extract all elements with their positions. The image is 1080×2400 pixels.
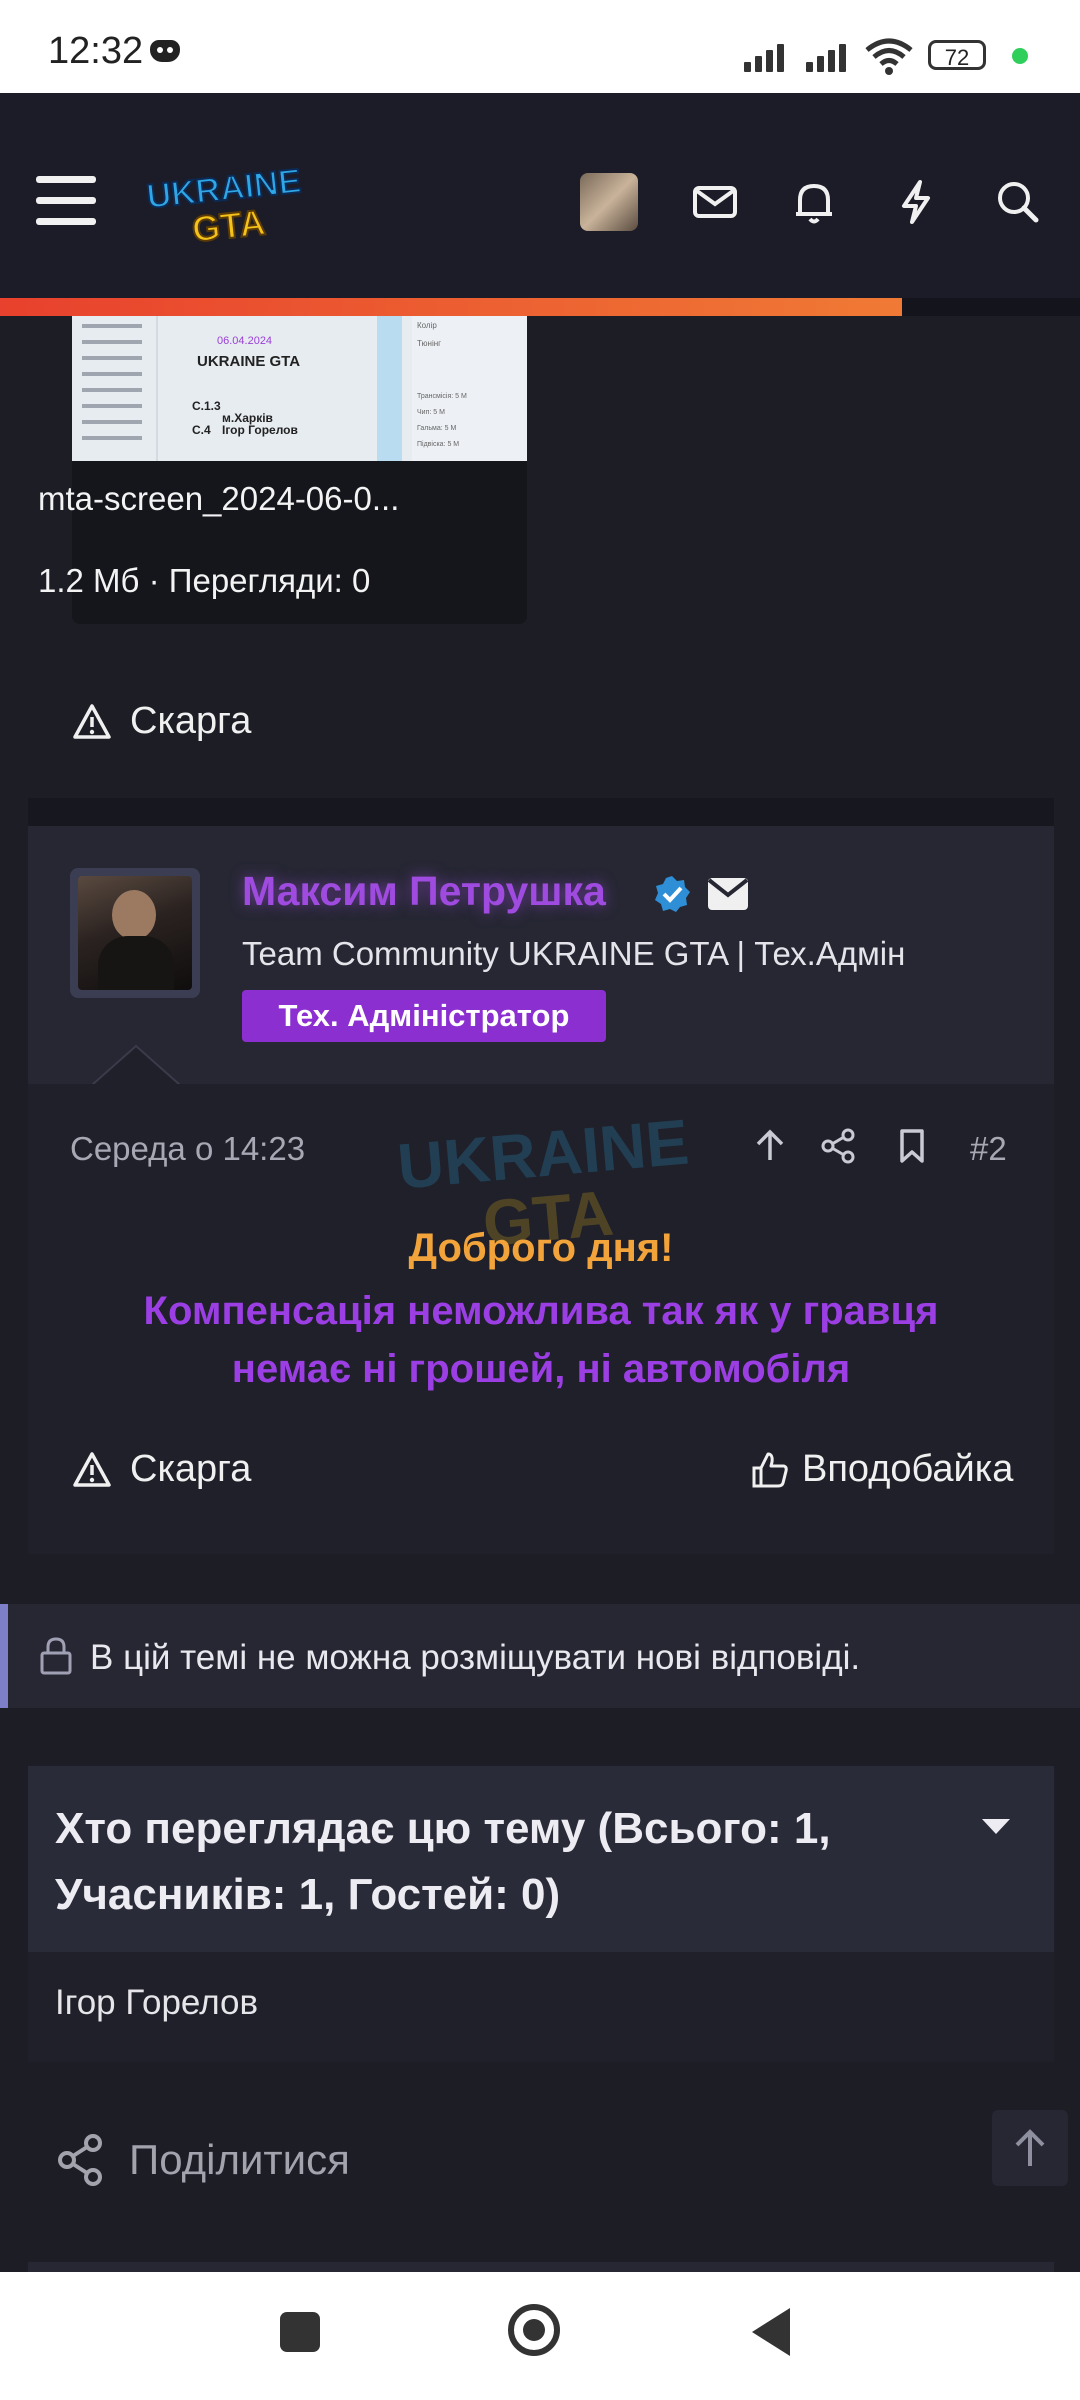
post-number[interactable]: #2 — [970, 1130, 1007, 1168]
bookmark-icon[interactable] — [892, 1126, 932, 1166]
svg-text:Тюнінг: Тюнінг — [417, 339, 441, 348]
message-line-2: немає ні грошей, ні автомобіля — [231, 1347, 851, 1391]
viewers-title: Хто переглядає цю тему (Всього: 1, Учасн… — [55, 1804, 831, 1919]
share-button[interactable]: Поділитися — [55, 2132, 350, 2188]
svg-text:Ігор Горелов: Ігор Горелов — [222, 423, 298, 437]
role-badge: Тех. Адміністратор — [242, 990, 606, 1042]
attachment-filename[interactable]: mta-screen_2024-06-0... — [38, 480, 438, 518]
viewer-member[interactable]: Ігор Горелов — [55, 1983, 258, 2023]
next-section-edge — [28, 2262, 1054, 2272]
lightning-icon[interactable] — [888, 174, 944, 230]
search-icon[interactable] — [990, 174, 1046, 230]
mail-icon[interactable] — [687, 174, 743, 230]
avatar[interactable] — [70, 868, 200, 998]
wifi-icon — [865, 38, 913, 75]
privacy-dot-icon — [1012, 48, 1028, 64]
signal-icon-2 — [806, 38, 854, 72]
reading-progress-bar — [0, 298, 902, 316]
lock-icon — [40, 1637, 72, 1675]
status-time: 12:32 — [48, 30, 144, 72]
message-line-1: Компенсація неможлива так як у гравця — [143, 1289, 939, 1333]
like-label: Вподобайка — [802, 1448, 1014, 1490]
arrow-up-icon — [1015, 2129, 1045, 2166]
attachment-meta: 1.2 Мб · Перегляди: 0 — [38, 562, 371, 599]
avatar-image — [78, 876, 192, 990]
svg-text:Гальма: 5 М: Гальма: 5 М — [417, 425, 456, 432]
report-button[interactable]: Скарга — [72, 700, 251, 743]
chevron-down-icon[interactable] — [978, 1814, 1014, 1838]
message-greeting: Доброго дня! — [408, 1226, 674, 1270]
svg-text:GTA: GTA — [190, 201, 267, 249]
username[interactable]: Максим Петрушка — [242, 868, 606, 915]
svg-text:C.1.3: C.1.3 — [192, 399, 221, 413]
report-button-2[interactable]: Скарга — [72, 1448, 251, 1491]
svg-text:Підвіска: 5 М: Підвіска: 5 М — [417, 440, 459, 448]
recent-apps-button[interactable] — [280, 2312, 320, 2352]
report-label: Скарга — [130, 1448, 252, 1490]
back-button[interactable] — [752, 2308, 790, 2356]
report-label: Скарга — [130, 700, 252, 742]
scroll-to-top-button[interactable] — [992, 2110, 1068, 2186]
post-date[interactable]: Середа о 14:23 — [70, 1130, 305, 1168]
warning-icon — [73, 1451, 111, 1487]
share-label: Поділитися — [129, 2136, 350, 2183]
post-separator — [28, 798, 1054, 826]
svg-text:Трансмісія: 5 М: Трансмісія: 5 М — [417, 392, 467, 400]
menu-icon[interactable] — [36, 176, 96, 226]
verified-badge-icon — [655, 876, 690, 912]
home-button[interactable] — [508, 2304, 560, 2356]
discord-icon — [150, 40, 180, 62]
svg-text:Чип: 5 М: Чип: 5 М — [417, 409, 445, 416]
attachment-thumbnail[interactable]: 06.04.2024 UKRAINE GTA C.1.3 м.Харків C.… — [72, 316, 527, 461]
share-icon[interactable] — [818, 1126, 858, 1166]
site-logo[interactable]: UKRAINE GTA — [140, 160, 310, 250]
message-text: Компенсація неможлива так як у гравця не… — [28, 1282, 1054, 1398]
thumbs-up-icon — [752, 1452, 788, 1487]
user-block-arrow — [92, 1044, 180, 1086]
user-title: Team Community UKRAINE GTA | Тех.Адмін — [242, 935, 906, 972]
bell-icon[interactable] — [786, 174, 842, 230]
warning-icon — [73, 703, 111, 739]
svg-text:Колір: Колір — [417, 321, 437, 330]
user-avatar-icon[interactable] — [580, 173, 638, 231]
like-button[interactable]: Вподобайка — [750, 1448, 1013, 1491]
share-icon — [58, 2134, 102, 2186]
svg-text:UKRAINE GTA: UKRAINE GTA — [197, 353, 300, 370]
message-user-icon[interactable] — [706, 876, 750, 912]
battery-indicator: 72 — [928, 40, 986, 70]
svg-text:06.04.2024: 06.04.2024 — [217, 335, 272, 347]
svg-text:C.4: C.4 — [192, 423, 211, 437]
locked-notice-text: В цій темі не можна розміщувати нові від… — [90, 1638, 861, 1677]
signal-icon — [744, 38, 792, 72]
arrow-up-icon[interactable] — [750, 1126, 790, 1166]
